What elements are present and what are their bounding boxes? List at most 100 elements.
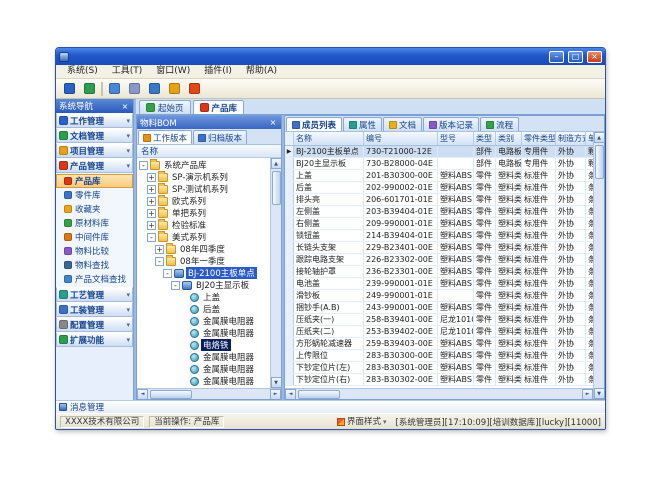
panel-tab[interactable]: 成员列表	[286, 117, 342, 131]
tree-node[interactable]: 后盖	[137, 303, 270, 315]
tree-node[interactable]: 金属膜电阻器	[137, 351, 270, 363]
panel-tab[interactable]: 文档	[383, 117, 422, 131]
scroll-left-icon[interactable]: ◄	[137, 389, 148, 400]
电池盖[interactable]: 电池盖 239-990001-01E 塑料ABS 零件 塑料类 标准件 外协 条	[285, 278, 593, 290]
方形蜗轮减速器[interactable]: 方形蜗轮减速器 259-B39403-00E 塑料ABS 零件 塑料类 标准件 …	[285, 338, 593, 350]
tree-expander[interactable]: -	[147, 233, 156, 242]
tree-node[interactable]: 金属膜电阻器	[137, 315, 270, 327]
panel-tab[interactable]: 版本记录	[423, 117, 479, 131]
sidebar-item[interactable]: 收藏夹	[56, 202, 133, 216]
column-category[interactable]: 类别	[496, 132, 522, 145]
tree-expander[interactable]: -	[155, 257, 164, 266]
tree-node[interactable]: 金属膜电阻器	[137, 375, 270, 387]
tree-expander[interactable]: +	[147, 173, 156, 182]
tree-vertical-scrollbar[interactable]: ▲ ▼	[270, 158, 281, 388]
system-button[interactable]	[61, 81, 78, 97]
scroll-left-icon[interactable]: ◄	[285, 389, 296, 400]
tree-expander[interactable]: -	[139, 161, 148, 170]
search-button[interactable]	[106, 81, 123, 97]
scroll-right-icon[interactable]: ►	[582, 389, 593, 400]
navigation-button[interactable]	[81, 81, 98, 97]
tree-node[interactable]: + 单把系列	[137, 207, 270, 219]
column-unit[interactable]: 单位	[586, 132, 593, 145]
nav-group[interactable]: 扩展功能 ▾	[56, 332, 133, 347]
tree-node[interactable]: + 08年四季度	[137, 243, 270, 255]
nav-group[interactable]: 项目管理 ▾	[56, 143, 133, 158]
滑钞板[interactable]: 滑钞板 249-990001-01E 零件 塑料类 标准件 外协 条	[285, 290, 593, 302]
跟踪电路支架[interactable]: 跟踪电路支架 226-B23302-00E 塑料ABS 零件 塑料类 标准件 外…	[285, 254, 593, 266]
捆钞手(A.B)[interactable]: 捆钞手(A.B) 243-990001-00E 塑料ABS 零件 塑料类 标准件…	[285, 302, 593, 314]
nav-group[interactable]: 文档管理 ▾	[56, 128, 133, 143]
settings-button[interactable]	[126, 81, 143, 97]
menu-item[interactable]: 插件(I)	[197, 65, 239, 78]
minimize-button[interactable]: –	[549, 51, 564, 63]
toolbar-separator[interactable]	[101, 82, 103, 96]
tree-node[interactable]: - 美式系列	[137, 231, 270, 243]
panel-tab[interactable]: 属性	[343, 117, 382, 131]
tree-node[interactable]: - BJ20主显示板	[137, 279, 270, 291]
sidebar-item[interactable]: 产品文档查找	[56, 272, 133, 286]
下钞定位片(左)[interactable]: 下钞定位片(左) 283-B30301-00E 塑料ABS 零件 塑料类 标准件…	[285, 362, 593, 374]
close-button[interactable]: ×	[587, 51, 602, 63]
scroll-down-icon[interactable]: ▼	[271, 377, 282, 388]
tree-expander[interactable]: -	[163, 269, 172, 278]
message-panel-bar[interactable]: 消息管理	[56, 400, 605, 413]
table-vertical-scrollbar[interactable]: ▲ ▼	[593, 132, 604, 399]
menu-item[interactable]: 窗口(W)	[149, 65, 197, 78]
scroll-up-icon[interactable]: ▲	[594, 132, 605, 143]
tree-expander[interactable]: +	[147, 209, 156, 218]
nav-group[interactable]: 工艺管理 ▾	[56, 287, 133, 302]
BJ20主显示板[interactable]: BJ20主显示板 730-B28000-04E 部件 电路板 专用件 外协 颗	[285, 158, 593, 170]
tree-expander[interactable]: +	[155, 245, 164, 254]
column-manufacture[interactable]: 制造方式	[556, 132, 586, 145]
tree-node[interactable]: - BJ-2100主板单点	[137, 267, 270, 279]
sidebar-item[interactable]: 零件库	[56, 188, 133, 202]
column-type[interactable]: 类型	[474, 132, 496, 145]
tree-node[interactable]: 金属膜电阻器	[137, 327, 270, 339]
tree-node[interactable]: - 系统产品库	[137, 159, 270, 171]
nav-group[interactable]: 工装管理 ▾	[56, 302, 133, 317]
titlebar[interactable]: – □ ×	[56, 48, 605, 65]
tree-node[interactable]: 电烙铁	[137, 339, 270, 351]
右侧盖[interactable]: 右侧盖 209-990001-01E 塑料ABS 零件 塑料类 标准件 外协 条	[285, 218, 593, 230]
scroll-thumb[interactable]	[272, 171, 281, 205]
scroll-down-icon[interactable]: ▼	[594, 388, 605, 399]
panel-tab[interactable]: 流程	[480, 117, 519, 131]
version-tab[interactable]: 归档版本	[193, 130, 247, 144]
sidebar-item[interactable]: 物料查找	[56, 258, 133, 272]
tree-node[interactable]: 金属膜电阻器	[137, 363, 270, 375]
tree-expander[interactable]: +	[147, 197, 156, 206]
上盖[interactable]: 上盖 201-B30300-00E 塑料ABS 零件 塑料类 标准件 外协 条	[285, 170, 593, 182]
压纸夹(一)[interactable]: 压纸夹(一) 258-B39401-00E 尼龙1010 零件 塑料类 标准件 …	[285, 314, 593, 326]
scroll-up-icon[interactable]: ▲	[271, 158, 282, 169]
menu-item[interactable]: 系统(S)	[60, 65, 105, 78]
column-name[interactable]: 名称	[294, 132, 364, 145]
sidebar-item[interactable]: 原材料库	[56, 216, 133, 230]
排头亮[interactable]: 排头亮 206-601701-01E 塑料ABS 零件 塑料类 标准件 外协 条	[285, 194, 593, 206]
tree-node[interactable]: - 08年一季度	[137, 255, 270, 267]
scroll-right-icon[interactable]: ►	[270, 389, 281, 400]
tree-horizontal-scrollbar[interactable]: ◄ ►	[137, 388, 281, 399]
tree-column-header[interactable]: 名称	[137, 145, 281, 158]
exit-button[interactable]	[186, 81, 203, 97]
上传限位[interactable]: 上传限位 283-B30300-00E 塑料ABS 零件 塑料类 标准件 外协 …	[285, 350, 593, 362]
tree-expander[interactable]: +	[147, 221, 156, 230]
document-tab[interactable]: 起始页	[139, 100, 191, 114]
tree-node[interactable]: + 欧式系列	[137, 195, 270, 207]
nav-group[interactable]: 产品管理 ▾	[56, 158, 133, 173]
ui-style-selector[interactable]: 界面样式 ▾	[333, 416, 391, 428]
table-horizontal-scrollbar[interactable]: ◄ ►	[285, 388, 593, 399]
column-model[interactable]: 型号	[438, 132, 474, 145]
tree-node[interactable]: + SP-演示机系列	[137, 171, 270, 183]
sidebar-close-icon[interactable]: ×	[120, 102, 130, 111]
tree-node[interactable]: + 检验标准	[137, 219, 270, 231]
下钞定位片(右)[interactable]: 下钞定位片(右) 283-B30302-00E 塑料ABS 零件 塑料类 标准件…	[285, 374, 593, 386]
左侧盖[interactable]: 左侧盖 203-B39404-01E 塑料ABS 零件 塑料类 标准件 外协 条	[285, 206, 593, 218]
长链头支架[interactable]: 长链头支架 229-B23401-00E 塑料ABS 零件 塑料类 标准件 外协…	[285, 242, 593, 254]
sidebar-header[interactable]: 系统导航 ×	[56, 99, 133, 113]
menu-item[interactable]: 帮助(A)	[239, 65, 284, 78]
scroll-thumb[interactable]	[298, 390, 340, 399]
version-tab[interactable]: 工作版本	[138, 130, 192, 144]
锁钮盖[interactable]: 锁钮盖 214-B39404-01E 塑料ABS 零件 塑料类 标准件 外协 条	[285, 230, 593, 242]
document-tab[interactable]: 产品库	[193, 100, 245, 114]
